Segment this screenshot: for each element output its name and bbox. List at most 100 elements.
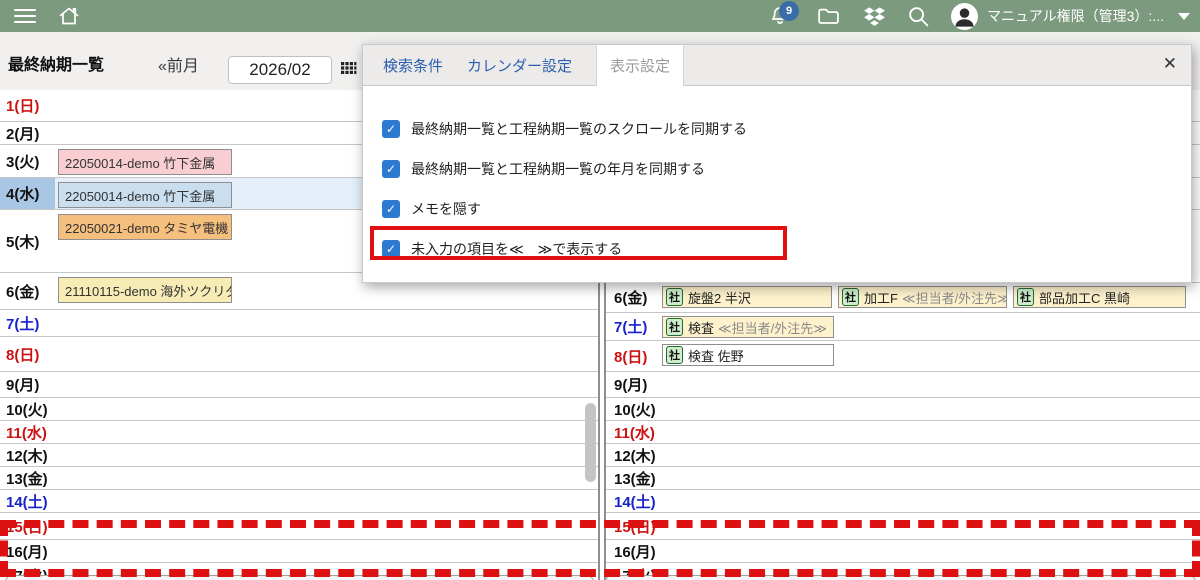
topbar: 9 マニュアル権限（管理3）: [0,0,1200,32]
calendar-row[interactable]: 14(土) [0,490,598,513]
entries: 22050014-demo 竹下金属 [58,149,232,175]
calendar-row[interactable]: 6(金)社旋盤2 半沢社加工F≪担当者/外注先≫社部品加工C 黒崎 [606,283,1200,313]
bottom-panel-edge-left [5,575,594,580]
home-icon[interactable] [56,3,82,29]
entry-subtext: ≪担当者/外注先≫ [902,288,1007,307]
entry-text: 部品加工C 黒崎 [1039,288,1130,307]
entries: 社検査 佐野 [662,344,834,366]
schedule-entry[interactable]: 社検査≪担当者/外注先≫ [662,316,834,338]
popup-tabbar: 検索条件 カレンダー設定 表示設定 [363,45,1191,86]
checkbox[interactable]: ✓ [382,200,400,218]
calendar-row[interactable]: 8(日)社検査 佐野 [606,341,1200,372]
schedule-entry[interactable]: 社検査 佐野 [662,344,834,366]
tab-search-conditions[interactable]: 検索条件 [383,45,443,85]
entry-text: 検査 [688,318,714,337]
avatar[interactable] [951,3,978,30]
calendar-row[interactable]: 16(月) [0,540,598,563]
company-badge: 社 [1017,288,1034,306]
bell-icon[interactable]: 9 [767,3,793,29]
calendar-row[interactable]: 15(日) [606,513,1200,540]
check-icon: ✓ [386,121,396,137]
schedule-entry[interactable]: 社加工F≪担当者/外注先≫ [838,286,1007,308]
calendar-row[interactable]: 8(日) [0,337,598,372]
settings-popup: 検索条件 カレンダー設定 表示設定 ✕ ✓ 最終納期一覧と工程納期一覧のスクロー… [362,44,1192,283]
tab-calendar-settings[interactable]: カレンダー設定 [467,45,572,85]
date-label: 15(日) [0,513,55,539]
prev-month-button[interactable]: «前月 [158,52,199,76]
calendar-row[interactable]: 11(水) [606,421,1200,444]
entries: 22050014-demo 竹下金属 [58,182,232,208]
calendar-row[interactable]: 13(金) [606,467,1200,490]
calendar-row[interactable]: 12(木) [0,444,598,467]
calendar-row[interactable]: 14(土) [606,490,1200,513]
entry-text: 検査 佐野 [688,346,744,365]
entry-text: 加工F [864,288,898,307]
date-label: 16(月) [0,540,55,562]
company-badge: 社 [666,288,683,306]
entries: 21110115-demo 海外ツクリダ [58,277,232,303]
entry-text: 22050021-demo タミヤ電機 [65,218,228,237]
vertical-scrollbar-thumb[interactable] [585,403,596,482]
checkbox-label: 未入力の項目を≪ ≫で表示する [411,239,622,259]
caret-down-icon[interactable] [1178,13,1190,20]
checkbox-row-sync-month[interactable]: ✓ 最終納期一覧と工程納期一覧の年月を同期する [363,149,1191,189]
checkbox-label: メモを隠す [411,199,481,219]
check-icon: ✓ [386,201,396,217]
checkbox-row-show-empty-items[interactable]: ✓ 未入力の項目を≪ ≫で表示する [363,229,1191,269]
date-label: 14(土) [0,490,55,512]
calendar-row[interactable]: 10(火) [606,398,1200,421]
notification-badge: 9 [779,1,799,21]
topbar-right: 9 マニュアル権限（管理3）: [767,3,1200,30]
date-label: 5(木) [0,210,55,272]
schedule-entry[interactable]: 社旋盤2 半沢 [662,286,832,308]
checkbox-row-hide-memo[interactable]: ✓ メモを隠す [363,189,1191,229]
app: 9 マニュアル権限（管理3）: [0,0,1200,580]
calendar-grid-icon[interactable] [340,61,357,78]
calendar-row[interactable]: 10(火) [0,398,598,421]
entry-text: 22050014-demo 竹下金属 [65,153,215,172]
search-icon[interactable] [905,3,931,29]
date-label: 2(月) [0,122,55,144]
schedule-entry[interactable]: 22050014-demo 竹下金属 [58,182,232,208]
date-label: 15(日) [606,513,662,539]
date-label: 9(月) [606,372,662,397]
menu-icon[interactable] [14,9,36,23]
calendar-row[interactable]: 9(月) [0,372,598,398]
calendar-row[interactable]: 15(日) [0,513,598,540]
schedule-entry[interactable]: 22050014-demo 竹下金属 [58,149,232,175]
user-menu-label[interactable]: マニュアル権限（管理3）:... [987,6,1164,26]
date-label: 13(金) [606,467,662,489]
schedule-entry[interactable]: 22050021-demo タミヤ電機 [58,214,232,240]
checkbox-row-sync-scroll[interactable]: ✓ 最終納期一覧と工程納期一覧のスクロールを同期する [363,109,1191,149]
date-label: 11(水) [0,421,55,443]
calendar-row[interactable]: 12(木) [606,444,1200,467]
tab-display-settings[interactable]: 表示設定 [596,45,684,86]
company-badge: 社 [666,346,683,364]
checkbox-label: 最終納期一覧と工程納期一覧のスクロールを同期する [411,119,747,139]
date-label: 7(土) [606,313,662,340]
date-label: 9(月) [0,372,55,397]
schedule-entry[interactable]: 21110115-demo 海外ツクリダ [58,277,232,303]
date-label: 3(火) [0,145,55,177]
schedule-entry[interactable]: 社部品加工C 黒崎 [1013,286,1186,308]
close-icon[interactable]: ✕ [1163,54,1177,74]
month-input[interactable] [228,56,332,84]
entry-text: 22050014-demo 竹下金属 [65,186,215,205]
calendar-row[interactable]: 16(月) [606,540,1200,563]
checkbox[interactable]: ✓ [382,120,400,138]
calendar-row[interactable]: 9(月) [606,372,1200,398]
checkbox-label: 最終納期一覧と工程納期一覧の年月を同期する [411,159,705,179]
calendar-row[interactable]: 7(土)社検査≪担当者/外注先≫ [606,313,1200,341]
date-label: 1(日) [0,90,55,121]
checkbox[interactable]: ✓ [382,240,400,258]
entry-text: 旋盤2 半沢 [688,288,751,307]
calendar-row[interactable]: 11(水) [0,421,598,444]
date-label: 6(金) [0,273,55,309]
date-label: 8(日) [0,337,55,371]
checkbox[interactable]: ✓ [382,160,400,178]
folder-icon[interactable] [815,3,841,29]
popup-body: ✓ 最終納期一覧と工程納期一覧のスクロールを同期する ✓ 最終納期一覧と工程納期… [363,86,1191,269]
dropbox-icon[interactable] [861,3,887,29]
calendar-row[interactable]: 13(金) [0,467,598,490]
calendar-row[interactable]: 7(土) [0,310,598,337]
